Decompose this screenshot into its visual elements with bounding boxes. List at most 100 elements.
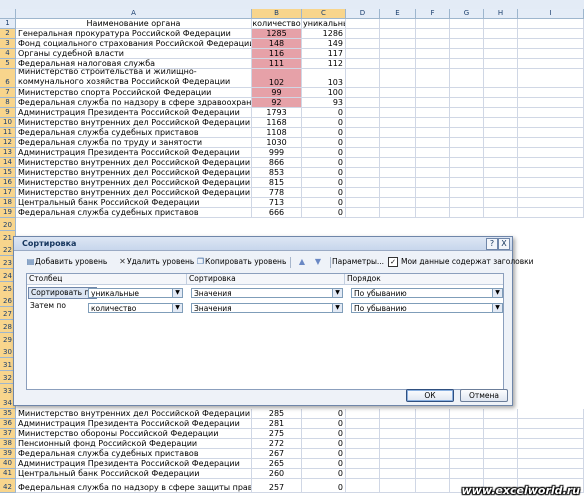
empty-cell[interactable] <box>518 198 584 208</box>
cell-name[interactable]: Федеральная служба по труду и занятости <box>16 138 252 148</box>
empty-cell[interactable] <box>518 449 584 459</box>
empty-cell[interactable] <box>518 429 584 439</box>
empty-cell[interactable] <box>450 138 484 148</box>
empty-cell[interactable] <box>518 98 584 108</box>
cell-count[interactable]: 275 <box>252 429 302 439</box>
row-header[interactable]: 8 <box>0 98 16 108</box>
empty-cell[interactable] <box>450 208 484 218</box>
column-header-e[interactable]: E <box>380 9 416 18</box>
delete-level-button[interactable]: ✕Удалить уровень <box>118 255 194 269</box>
cell-count[interactable]: 999 <box>252 148 302 158</box>
cell-unique[interactable]: 1286 <box>302 29 346 39</box>
cell-count[interactable]: 815 <box>252 178 302 188</box>
empty-cell[interactable] <box>484 108 518 118</box>
empty-cell[interactable] <box>380 469 416 479</box>
cell-unique[interactable]: 100 <box>302 88 346 98</box>
empty-cell[interactable] <box>346 39 380 49</box>
empty-cell[interactable] <box>380 98 416 108</box>
cell-name[interactable]: Федеральная служба по надзору в сфере зд… <box>16 98 252 108</box>
empty-cell[interactable] <box>416 148 450 158</box>
cell-count[interactable]: 285 <box>252 409 302 419</box>
cell-unique[interactable]: 0 <box>302 439 346 449</box>
row-header[interactable]: 13 <box>0 148 16 158</box>
select-all-corner[interactable] <box>0 9 16 18</box>
cell-unique[interactable]: 117 <box>302 49 346 59</box>
cell-unique[interactable]: 0 <box>302 459 346 469</box>
empty-cell[interactable] <box>518 158 584 168</box>
empty-cell[interactable] <box>380 449 416 459</box>
cell-count[interactable]: 265 <box>252 459 302 469</box>
empty-cell[interactable] <box>518 168 584 178</box>
cell-name[interactable]: Наименование органа <box>16 19 252 29</box>
empty-cell[interactable] <box>484 449 518 459</box>
cell-unique[interactable]: 112 <box>302 59 346 69</box>
cell-unique[interactable]: 0 <box>302 409 346 419</box>
row-header[interactable]: 6 <box>0 69 16 88</box>
empty-cell[interactable] <box>484 439 518 449</box>
empty-cell[interactable] <box>450 459 484 469</box>
cell-unique[interactable]: 0 <box>302 148 346 158</box>
column-header-a[interactable]: A <box>16 9 252 18</box>
row-header[interactable]: 39 <box>0 449 16 459</box>
row-header[interactable]: 3 <box>0 39 16 49</box>
empty-cell[interactable] <box>346 59 380 69</box>
empty-cell[interactable] <box>416 178 450 188</box>
empty-cell[interactable] <box>380 69 416 88</box>
row-header[interactable]: 7 <box>0 88 16 98</box>
empty-cell[interactable] <box>450 419 484 429</box>
cell-unique[interactable]: 0 <box>302 449 346 459</box>
help-button[interactable]: ? <box>486 238 498 250</box>
empty-cell[interactable] <box>380 198 416 208</box>
empty-cell[interactable] <box>518 88 584 98</box>
row-header[interactable]: 14 <box>0 158 16 168</box>
empty-cell[interactable] <box>450 148 484 158</box>
cell-name[interactable]: Генеральная прокуратура Российской Федер… <box>16 29 252 39</box>
row-header[interactable]: 10 <box>0 118 16 128</box>
empty-cell[interactable] <box>450 409 484 419</box>
empty-cell[interactable] <box>346 88 380 98</box>
cell-count[interactable]: 260 <box>252 469 302 479</box>
cell-name[interactable]: Министерство внутренних дел Российской Ф… <box>16 178 252 188</box>
row-header[interactable]: 19 <box>0 208 16 218</box>
empty-cell[interactable] <box>450 49 484 59</box>
empty-cell[interactable] <box>416 208 450 218</box>
empty-cell[interactable] <box>518 49 584 59</box>
empty-cell[interactable] <box>450 69 484 88</box>
empty-cell[interactable] <box>484 208 518 218</box>
empty-cell[interactable] <box>450 39 484 49</box>
row-header[interactable]: 42 <box>0 479 16 493</box>
empty-cell[interactable] <box>346 19 380 29</box>
empty-cell[interactable] <box>346 148 380 158</box>
empty-cell[interactable] <box>484 138 518 148</box>
empty-cell[interactable] <box>518 128 584 138</box>
cell-unique[interactable]: 0 <box>302 208 346 218</box>
cell-name[interactable]: Федеральная служба судебных приставов <box>16 128 252 138</box>
empty-cell[interactable] <box>346 128 380 138</box>
empty-cell[interactable] <box>380 39 416 49</box>
empty-cell[interactable] <box>450 29 484 39</box>
cell-count[interactable]: 148 <box>252 39 302 49</box>
row-header[interactable]: 4 <box>0 49 16 59</box>
empty-cell[interactable] <box>484 39 518 49</box>
cell-unique[interactable]: 0 <box>302 178 346 188</box>
cell-unique[interactable]: уникальные <box>302 19 346 29</box>
cell-name[interactable]: Министерство внутренних дел Российской Ф… <box>16 188 252 198</box>
empty-cell[interactable] <box>346 158 380 168</box>
level-1-label[interactable]: Сортировать по <box>28 287 97 299</box>
empty-cell[interactable] <box>416 168 450 178</box>
empty-cell[interactable] <box>518 178 584 188</box>
cell-name[interactable]: Федеральная служба по надзору в сфере за… <box>16 479 252 493</box>
cell-unique[interactable]: 149 <box>302 39 346 49</box>
empty-cell[interactable] <box>346 208 380 218</box>
empty-cell[interactable] <box>518 459 584 469</box>
empty-cell[interactable] <box>416 419 450 429</box>
empty-cell[interactable] <box>450 88 484 98</box>
empty-cell[interactable] <box>416 459 450 469</box>
ok-button[interactable]: ОК <box>406 389 454 402</box>
empty-cell[interactable] <box>518 118 584 128</box>
empty-cell[interactable] <box>380 419 416 429</box>
empty-cell[interactable] <box>346 429 380 439</box>
empty-cell[interactable] <box>346 138 380 148</box>
cell-count[interactable]: 102 <box>252 69 302 88</box>
empty-cell[interactable] <box>416 449 450 459</box>
